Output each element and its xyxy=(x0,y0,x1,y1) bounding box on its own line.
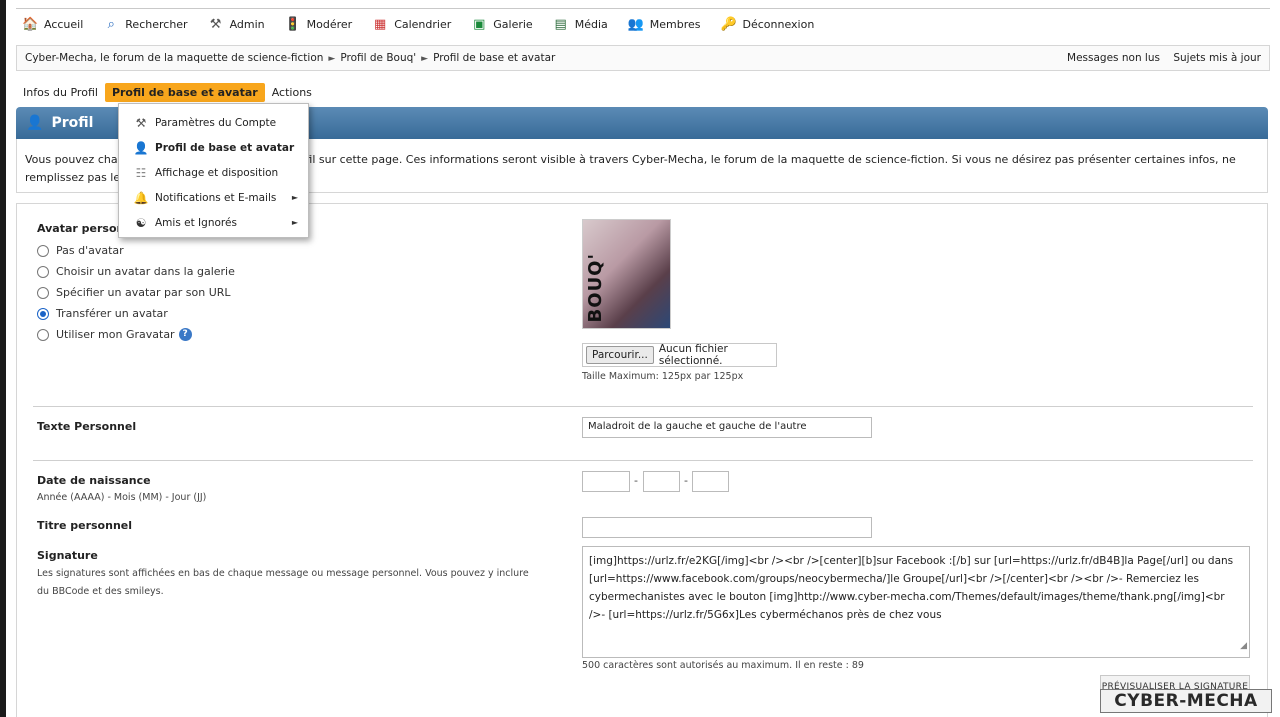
radio-url-avatar[interactable]: Spécifier un avatar par son URL xyxy=(37,286,231,299)
menu-home[interactable]: 🏠 Accueil xyxy=(22,17,83,33)
breadcrumb-separator: ► xyxy=(421,54,429,64)
profile-tabs: Infos du Profil Profil de base et avatar… xyxy=(16,81,319,103)
yin-yang-icon: ☯ xyxy=(135,215,147,230)
radio-gravatar[interactable]: Utiliser mon Gravatar? xyxy=(37,328,192,341)
radio-gallery-avatar[interactable]: Choisir un avatar dans la galerie xyxy=(37,265,235,278)
file-status: Aucun fichier sélectionné. xyxy=(658,343,728,367)
tab-actions[interactable]: Actions xyxy=(265,83,319,102)
watermark-logo: CYBER-MECHA xyxy=(1100,689,1272,713)
tab-profile-info[interactable]: Infos du Profil xyxy=(16,83,105,102)
file-upload[interactable]: Parcourir... Aucun fichier sélectionné. xyxy=(582,343,777,367)
breadcrumb-separator: ► xyxy=(328,54,336,64)
home-icon: 🏠 xyxy=(22,16,39,32)
signature-label: Signature xyxy=(37,549,98,562)
main-menu: 🏠 Accueil ⌕ Rechercher ⚒ Admin 🚦 Modérer ▦ Ca… xyxy=(16,8,1270,40)
dropdown-item-display[interactable]: ☷ Affichage et disposition xyxy=(119,160,308,185)
menu-gallery[interactable]: ▣ Galerie xyxy=(471,16,533,33)
birthdate-hint: Année (AAAA) - Mois (MM) - Jour (JJ) xyxy=(37,492,207,503)
logout-icon: 🔑 xyxy=(720,16,737,32)
members-icon: 👥 xyxy=(627,16,644,32)
personal-title-label: Titre personnel xyxy=(37,519,133,532)
media-icon: ▤ xyxy=(554,16,567,32)
menu-logout[interactable]: 🔑 Déconnexion xyxy=(721,17,815,33)
search-icon: ⌕ xyxy=(107,16,115,32)
birthdate-label: Date de naissance xyxy=(37,474,151,487)
divider xyxy=(33,460,1253,461)
avatar-max-size: Taille Maximum: 125px par 125px xyxy=(582,371,744,382)
breadcrumb: Cyber-Mecha, le forum de la maquette de … xyxy=(25,52,555,64)
menu-members[interactable]: 👥 Membres xyxy=(628,17,701,33)
menu-admin[interactable]: ⚒ Admin xyxy=(208,17,265,33)
menu-search[interactable]: ⌕ Rechercher xyxy=(103,16,188,33)
radio-button[interactable] xyxy=(37,328,49,341)
help-icon[interactable]: ? xyxy=(178,328,192,341)
signature-remaining: 500 caractères sont autorisés au maximum… xyxy=(582,660,864,671)
breadcrumb-forum[interactable]: Cyber-Mecha, le forum de la maquette de … xyxy=(25,52,323,64)
gallery-icon: ▣ xyxy=(473,16,486,32)
signature-textarea[interactable]: [img]https://urlz.fr/e2KG[/img]<br /><br… xyxy=(582,546,1250,658)
dropdown-item-friends[interactable]: ☯ Amis et Ignorés ► xyxy=(119,210,308,235)
radio-button[interactable] xyxy=(37,286,49,299)
tab-basic-profile[interactable]: Profil de base et avatar xyxy=(104,82,265,102)
submenu-arrow-icon: ► xyxy=(291,218,298,227)
breadcrumb-current[interactable]: Profil de base et avatar xyxy=(433,52,555,64)
display-icon: ☷ xyxy=(135,165,147,180)
menu-moderate[interactable]: 🚦 Modérer xyxy=(285,17,353,33)
menu-media[interactable]: ▤ Média xyxy=(553,17,608,33)
dropdown-item-notifications[interactable]: 🔔 Notifications et E-mails ► xyxy=(119,185,308,210)
menu-calendar[interactable]: ▦ Calendrier xyxy=(372,17,451,33)
resize-handle-icon[interactable]: ◢ xyxy=(1240,637,1247,655)
date-separator: - xyxy=(634,474,638,487)
radio-button[interactable] xyxy=(37,265,49,278)
breadcrumb-profile[interactable]: Profil de Bouq' xyxy=(340,52,416,64)
dropdown-item-account-settings[interactable]: ⚒ Paramètres du Compte xyxy=(119,110,308,135)
section-title: Profil xyxy=(51,115,94,131)
tools-icon: ⚒ xyxy=(209,16,222,32)
dropdown-item-basic-profile[interactable]: 👤 Profil de base et avatar xyxy=(119,135,308,160)
avatar-image-text: BOUQ' xyxy=(585,252,606,322)
divider xyxy=(33,406,1253,407)
updated-topics-link[interactable]: Sujets mis à jour xyxy=(1173,52,1261,64)
radio-button[interactable] xyxy=(37,244,49,257)
breadcrumb-bar: Cyber-Mecha, le forum de la maquette de … xyxy=(16,45,1270,71)
profile-form: Avatar personnel Pas d'avatar Choisir un… xyxy=(16,203,1268,717)
profile-dropdown-menu: ⚒ Paramètres du Compte 👤 Profil de base et… xyxy=(118,103,309,238)
calendar-icon: ▦ xyxy=(374,16,387,32)
personal-text-label: Texte Personnel xyxy=(37,420,137,433)
birth-day-input[interactable] xyxy=(692,471,729,492)
page: 🏠 Accueil ⌕ Rechercher ⚒ Admin 🚦 Modérer ▦ Ca… xyxy=(16,0,1270,717)
personal-text-input[interactable]: Maladroit de la gauche et gauche de l'au… xyxy=(582,417,872,438)
submenu-arrow-icon: ► xyxy=(291,193,298,202)
user-icon: 👤 xyxy=(133,140,149,155)
radio-button[interactable] xyxy=(37,307,49,320)
date-separator: - xyxy=(684,474,688,487)
signature-hint: Les signatures sont affichées en bas de … xyxy=(37,568,529,597)
quick-links: Messages non lus Sujets mis à jour xyxy=(1057,52,1261,64)
avatar-image: BOUQ' xyxy=(582,219,671,329)
birth-month-input[interactable] xyxy=(643,471,680,492)
signature-text: [img]https://urlz.fr/e2KG[/img]<br /><br… xyxy=(589,555,1234,621)
personal-title-input[interactable] xyxy=(582,517,872,538)
bell-icon: 🔔 xyxy=(133,190,149,205)
browse-button[interactable]: Parcourir... xyxy=(586,346,654,364)
tools-icon: ⚒ xyxy=(135,115,147,130)
unread-messages-link[interactable]: Messages non lus xyxy=(1067,52,1160,64)
birth-year-input[interactable] xyxy=(582,471,630,492)
radio-upload-avatar[interactable]: Transférer un avatar xyxy=(37,307,168,320)
user-icon: 👤 xyxy=(26,115,44,131)
window-edge xyxy=(0,0,6,717)
traffic-light-icon: 🚦 xyxy=(284,16,301,32)
radio-no-avatar[interactable]: Pas d'avatar xyxy=(37,244,124,257)
